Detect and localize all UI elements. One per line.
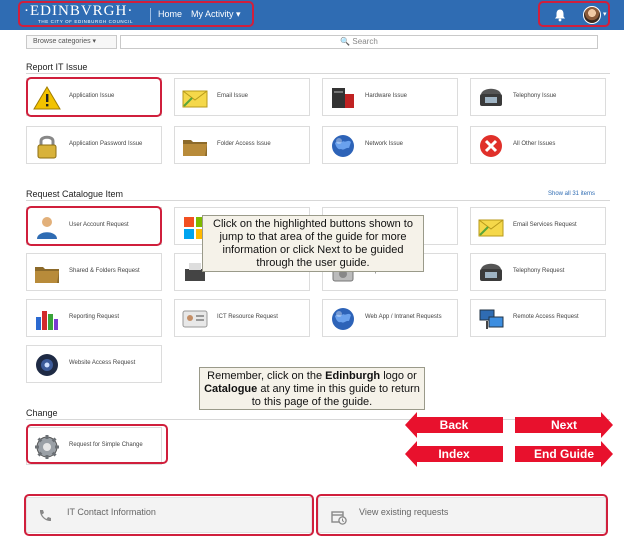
- catalogue-emphasis: Catalogue: [204, 383, 258, 395]
- change-section-title: Change: [26, 408, 58, 418]
- tile-label: Email Issue: [217, 93, 249, 99]
- tile-email-issue[interactable]: Email Issue: [174, 78, 310, 116]
- id-card-icon: [182, 310, 208, 328]
- envelope-icon: [182, 90, 208, 108]
- back-button[interactable]: Back: [405, 412, 503, 438]
- tile-telephony-request[interactable]: Telephony Request: [470, 253, 606, 291]
- edinburgh-emphasis: Edinburgh: [325, 370, 381, 382]
- webcam-icon: [36, 354, 58, 376]
- tile-label: Shared & Folders Request: [69, 268, 140, 274]
- tile-label: Email Services Request: [513, 222, 577, 228]
- tile-label: Reporting Request: [69, 314, 120, 320]
- simple-change-highlight[interactable]: [26, 424, 168, 464]
- section-divider: [26, 73, 610, 74]
- phone-icon: [480, 88, 502, 106]
- end-guide-button[interactable]: End Guide: [515, 441, 613, 467]
- service-portal-guide: ·EDINBVRGH· THE CITY OF EDINBURGH COUNCI…: [0, 0, 624, 540]
- chart-icon: [36, 311, 58, 330]
- tile-application-password-issue[interactable]: Application Password Issue: [26, 126, 162, 164]
- padlock-icon: [37, 135, 57, 159]
- computer-icon: [332, 88, 354, 108]
- phone-icon: [480, 263, 502, 281]
- index-button[interactable]: Index: [405, 441, 503, 467]
- back-label: Back: [439, 418, 469, 432]
- section-divider: [26, 200, 610, 201]
- tile-network-issue[interactable]: Network Issue: [322, 126, 458, 164]
- existing-requests-highlight[interactable]: [316, 494, 608, 536]
- tile-label: Folder Access Issue: [217, 141, 271, 147]
- header-highlight[interactable]: [18, 1, 254, 27]
- index-label: Index: [438, 447, 470, 461]
- tile-label: ICT Resource Request: [217, 314, 278, 320]
- tile-label: Remote Access Request: [513, 314, 579, 320]
- report-section-title: Report IT Issue: [26, 62, 88, 72]
- reminder-text: Remember, click on the: [207, 370, 326, 382]
- tile-web-app-intranet-requests[interactable]: Web App / Intranet Requests: [322, 299, 458, 337]
- catalogue-section-title[interactable]: Request Catalogue Item: [26, 189, 123, 199]
- tile-label: Network Issue: [365, 141, 404, 147]
- envelope-icon: [478, 219, 504, 237]
- tile-shared-folders-request[interactable]: Shared & Folders Request: [26, 253, 162, 291]
- user-tools-highlight[interactable]: [538, 1, 610, 27]
- tile-telephony-issue[interactable]: Telephony Issue: [470, 78, 606, 116]
- tile-email-services-request[interactable]: Email Services Request: [470, 207, 606, 245]
- globe-icon: [332, 135, 354, 157]
- search-input[interactable]: 🔍 Search: [120, 35, 598, 49]
- tile-hardware-issue[interactable]: Hardware Issue: [322, 78, 458, 116]
- tile-label: All Other Issues: [513, 141, 556, 147]
- tile-ict-resource-request[interactable]: ICT Resource Request: [174, 299, 310, 337]
- folder-icon: [183, 140, 207, 156]
- folder-icon: [35, 267, 59, 283]
- contact-info-highlight[interactable]: [24, 494, 314, 536]
- reminder-text: at any time in this guide to return to t…: [251, 383, 420, 408]
- reminder-text: logo or: [380, 370, 417, 382]
- end-guide-label: End Guide: [534, 447, 594, 461]
- tile-label: Web App / Intranet Requests: [365, 314, 442, 320]
- reminder-callout: Remember, click on the Edinburgh logo or…: [199, 367, 425, 410]
- tile-website-access-request[interactable]: Website Access Request: [26, 345, 162, 383]
- user-account-highlight[interactable]: [26, 206, 162, 246]
- show-all-link[interactable]: Show all 31 items: [548, 191, 595, 197]
- tile-label: Telephony Issue: [513, 93, 557, 99]
- next-label: Next: [550, 418, 577, 432]
- browse-categories-dropdown[interactable]: Browse categories ▾: [26, 35, 117, 49]
- tile-label: Website Access Request: [69, 360, 136, 366]
- application-issue-highlight[interactable]: [26, 77, 162, 117]
- tile-all-other-issues[interactable]: All Other Issues: [470, 126, 606, 164]
- tile-folder-access-issue[interactable]: Folder Access Issue: [174, 126, 310, 164]
- error-icon: [480, 135, 502, 157]
- globe-icon: [332, 308, 354, 330]
- tile-label: Application Password Issue: [69, 141, 143, 147]
- instruction-callout: Click on the highlighted buttons shown t…: [202, 215, 424, 272]
- next-button[interactable]: Next: [515, 412, 613, 438]
- tile-reporting-request[interactable]: Reporting Request: [26, 299, 162, 337]
- network-icon: [479, 309, 504, 329]
- tile-label: Telephony Request: [513, 268, 565, 274]
- tile-label: Hardware Issue: [365, 93, 408, 99]
- tile-remote-access-request[interactable]: Remote Access Request: [470, 299, 606, 337]
